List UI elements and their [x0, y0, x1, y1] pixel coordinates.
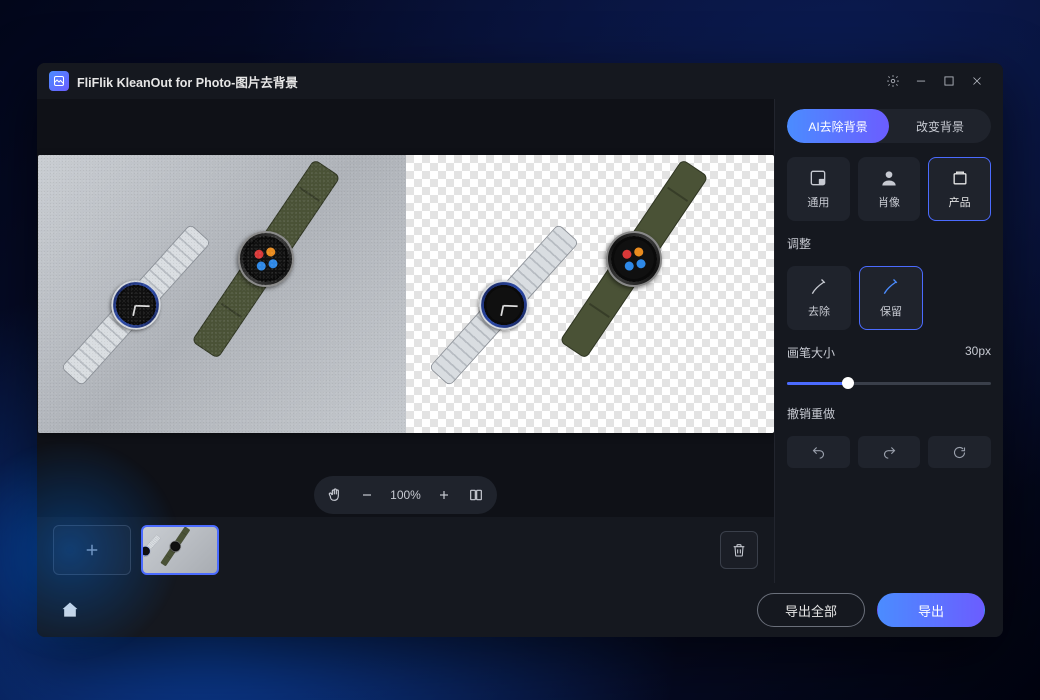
category-product[interactable]: 产品	[928, 157, 991, 221]
undo-button[interactable]	[787, 436, 850, 468]
mode-tabs: AI去除背景 改变背景	[787, 109, 991, 143]
general-icon	[808, 168, 828, 188]
adjust-erase[interactable]: 去除	[787, 266, 851, 330]
trash-icon	[731, 542, 747, 558]
category-portrait[interactable]: 肖像	[858, 157, 921, 221]
maximize-icon	[942, 74, 956, 88]
zoom-level: 100%	[384, 488, 427, 502]
home-button[interactable]	[55, 595, 85, 625]
add-image-button[interactable]	[53, 525, 131, 575]
redo-icon	[882, 445, 897, 460]
close-icon	[970, 74, 984, 88]
titlebar: FliFlik KleanOut for Photo-图片去背景	[37, 63, 1003, 99]
adjust-erase-label: 去除	[808, 303, 830, 319]
canvas-pane: 100%	[37, 99, 775, 583]
adjust-keep[interactable]: 保留	[859, 266, 923, 330]
settings-button[interactable]	[879, 67, 907, 95]
minimize-icon	[914, 74, 928, 88]
zoom-out-button[interactable]	[352, 480, 382, 510]
person-icon	[879, 168, 899, 188]
delete-button[interactable]	[720, 531, 758, 569]
category-general[interactable]: 通用	[787, 157, 850, 221]
pan-tool-button[interactable]	[320, 480, 350, 510]
adjust-section-label: 调整	[787, 235, 991, 252]
brush-size-row: 画笔大小 30px	[787, 344, 991, 361]
category-portrait-label: 肖像	[878, 194, 900, 210]
adjust-keep-label: 保留	[880, 303, 902, 319]
compare-icon	[468, 487, 484, 503]
app-window: FliFlik KleanOut for Photo-图片去背景	[37, 63, 1003, 637]
hand-icon	[327, 487, 343, 503]
category-general-label: 通用	[807, 194, 829, 210]
app-logo-icon	[49, 71, 69, 91]
brush-size-slider[interactable]	[787, 375, 991, 391]
product-icon	[950, 168, 970, 188]
before-panel	[38, 155, 406, 433]
home-icon	[60, 600, 80, 620]
close-button[interactable]	[963, 67, 991, 95]
maximize-button[interactable]	[935, 67, 963, 95]
category-grid: 通用 肖像 产品	[787, 157, 991, 221]
plus-icon	[436, 487, 452, 503]
undo-redo-row	[787, 436, 991, 468]
tab-change-bg[interactable]: 改变背景	[889, 109, 991, 143]
plus-icon	[83, 541, 101, 559]
erase-brush-icon	[809, 277, 829, 297]
redo-button[interactable]	[858, 436, 921, 468]
export-all-button[interactable]: 导出全部	[757, 593, 865, 627]
minimize-button[interactable]	[907, 67, 935, 95]
category-product-label: 产品	[949, 194, 971, 210]
thumbnail-tray	[37, 517, 774, 583]
canvas-wrap	[37, 99, 774, 473]
before-after-view[interactable]	[38, 155, 774, 433]
tab-ai-remove-bg[interactable]: AI去除背景	[787, 109, 889, 143]
zoom-toolbar: 100%	[37, 473, 774, 517]
minus-icon	[359, 487, 375, 503]
main-area: 100%	[37, 99, 1003, 583]
thumbnail-item[interactable]	[141, 525, 219, 575]
export-button[interactable]: 导出	[877, 593, 985, 627]
after-panel	[406, 155, 774, 433]
keep-brush-icon	[881, 277, 901, 297]
adjust-grid: 去除 保留	[787, 266, 991, 330]
app-title: FliFlik KleanOut for Photo-图片去背景	[77, 72, 298, 91]
compare-toggle-button[interactable]	[461, 480, 491, 510]
footer: 导出全部 导出	[37, 583, 1003, 637]
brush-size-value: 30px	[965, 344, 991, 361]
gear-icon	[886, 74, 900, 88]
refresh-icon	[952, 445, 967, 460]
zoom-in-button[interactable]	[429, 480, 459, 510]
reset-button[interactable]	[928, 436, 991, 468]
sidebar: AI去除背景 改变背景 通用 肖像 产品 调整	[775, 99, 1003, 583]
undo-section-label: 撤销重做	[787, 405, 991, 422]
brush-size-label: 画笔大小	[787, 344, 835, 361]
undo-icon	[811, 445, 826, 460]
